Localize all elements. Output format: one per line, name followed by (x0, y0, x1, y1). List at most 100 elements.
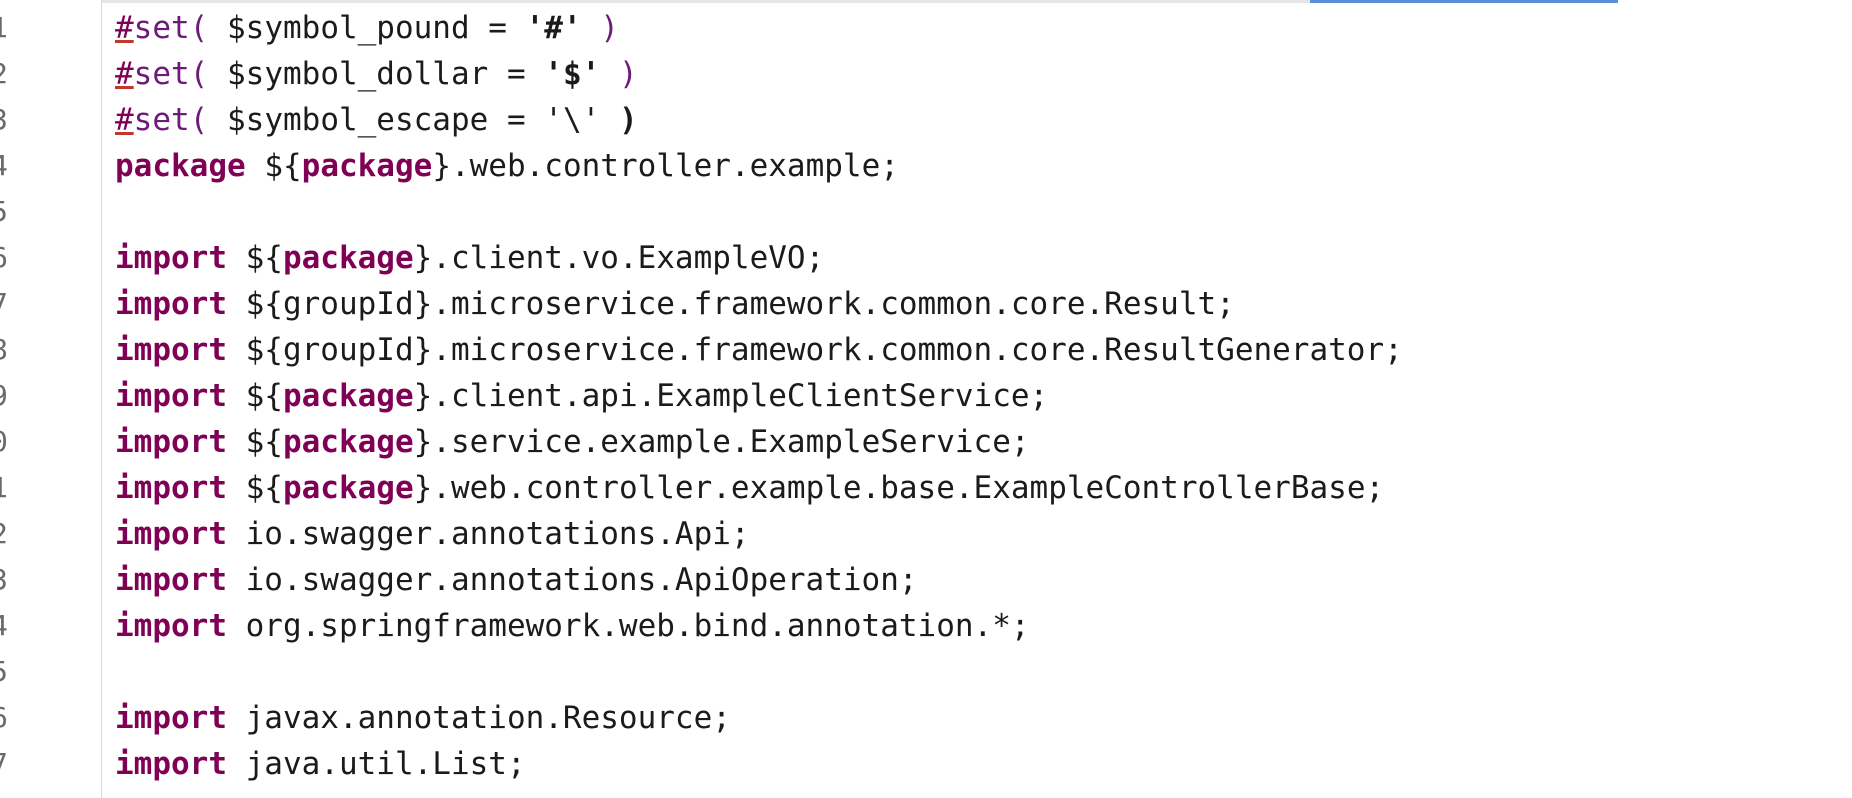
keyword-token: import (115, 424, 227, 460)
code-token: ) (581, 10, 619, 46)
line-number-text: 8 (0, 333, 8, 366)
code-token: javax.annotation.Resource; (226, 700, 731, 736)
line-number: 2 (0, 511, 24, 557)
code-text: import ${groupId}.microservice.framework… (115, 281, 1235, 327)
code-text: import io.swagger.annotations.ApiOperati… (115, 557, 918, 603)
code-token: set (133, 10, 190, 46)
code-token: $symbol_pound = (227, 10, 526, 46)
code-token: java.util.List; (226, 746, 526, 782)
code-line[interactable]: 1 import ${package}.web.controller.exampl… (0, 465, 1852, 511)
code-line[interactable]: 6 import javax.annotation.Resource; (0, 695, 1852, 741)
code-line[interactable]: 2 #set( $symbol_dollar = '$' ) (0, 51, 1852, 97)
code-token: $symbol_dollar = (227, 56, 545, 92)
code-token: ${groupId}.microservice.framework.common… (226, 286, 1235, 322)
keyword-token: import (115, 332, 227, 368)
code-text: import ${package}.client.vo.ExampleVO; (115, 235, 824, 281)
code-line[interactable]: 7 import ${groupId}.microservice.framewor… (0, 281, 1852, 327)
line-number-text: 1 (0, 11, 8, 44)
keyword-token: package (301, 148, 433, 184)
keyword-token: package (115, 148, 246, 184)
code-token: '\' (544, 102, 601, 138)
line-number: 5 (0, 189, 24, 235)
code-token: ) (600, 56, 638, 92)
line-number-text: 5 (0, 195, 8, 228)
line-number-text: 5 (0, 655, 8, 688)
code-line[interactable]: 0 import ${package}.service.example.Examp… (0, 419, 1852, 465)
code-line[interactable]: 1 #set( $symbol_pound = '#' ) (0, 5, 1852, 51)
line-number: 6 (0, 235, 24, 281)
code-text: import javax.annotation.Resource; (115, 695, 731, 741)
keyword-token: import (115, 700, 227, 736)
code-token: $symbol_escape = (227, 102, 545, 138)
line-number-text: 7 (0, 287, 8, 320)
code-text: #set( $symbol_pound = '#' ) (115, 5, 619, 51)
line-number: 7 (0, 741, 24, 787)
warning-token: # (115, 102, 134, 138)
code-token: ( (189, 56, 227, 92)
line-number: 8 (0, 327, 24, 373)
line-number-text: 1 (0, 471, 8, 504)
code-line[interactable]: 4 import org.springframework.web.bind.ann… (0, 603, 1852, 649)
line-number-text: 6 (0, 701, 8, 734)
code-line[interactable]: 7 import java.util.List; (0, 741, 1852, 787)
code-text: import java.util.List; (115, 741, 526, 787)
keyword-token: import (115, 746, 227, 782)
code-text: import ${groupId}.microservice.framework… (115, 327, 1403, 373)
code-line[interactable]: 5 (0, 649, 1852, 695)
line-number: 9 (0, 373, 24, 419)
line-number-text: 4 (0, 609, 8, 642)
code-token: ${ (226, 424, 283, 460)
code-text: package ${package}.web.controller.exampl… (115, 143, 899, 189)
line-number: 1 (0, 5, 24, 51)
line-number-text: 6 (0, 241, 8, 274)
code-line[interactable]: 4package ${package}.web.controller.examp… (0, 143, 1852, 189)
line-number-text: 2 (0, 517, 8, 550)
line-number-text: 4 (0, 149, 8, 182)
code-line[interactable]: 8 import ${groupId}.microservice.framewor… (0, 327, 1852, 373)
line-number-text: 7 (0, 747, 8, 780)
code-line[interactable]: 6 import ${package}.client.vo.ExampleVO; (0, 235, 1852, 281)
line-number: 2 (0, 51, 24, 97)
line-number: 3 (0, 557, 24, 603)
code-line[interactable]: 2 import io.swagger.annotations.Api; (0, 511, 1852, 557)
code-line[interactable]: 3 import io.swagger.annotations.ApiOperat… (0, 557, 1852, 603)
line-number: 3 (0, 97, 24, 143)
line-number: 6 (0, 695, 24, 741)
warning-token: # (115, 10, 134, 46)
line-number: 4 (0, 603, 24, 649)
code-token: ${ (226, 470, 283, 506)
code-token: ${ (226, 378, 283, 414)
code-text: import ${package}.client.api.ExampleClie… (115, 373, 1048, 419)
keyword-token: package (282, 378, 414, 414)
line-number: 5 (0, 649, 24, 695)
line-number-text: 3 (0, 103, 8, 136)
code-token: ${groupId}.microservice.framework.common… (226, 332, 1403, 368)
code-token: io.swagger.annotations.Api; (226, 516, 750, 552)
code-token: ) (600, 102, 638, 138)
keyword-token: import (115, 608, 227, 644)
code-token: ( (189, 10, 227, 46)
code-editor[interactable]: 1#set( $symbol_pound = '#' )2#set( $symb… (0, 5, 1852, 787)
code-line[interactable]: 5 (0, 189, 1852, 235)
keyword-token: import (115, 562, 227, 598)
code-token: '#' (525, 10, 582, 46)
code-token: }.client.api.ExampleClientService; (413, 378, 1049, 414)
code-token: set (133, 102, 190, 138)
code-text: #set( $symbol_escape = '\' ) (115, 97, 638, 143)
code-line[interactable]: 3 #set( $symbol_escape = '\' ) (0, 97, 1852, 143)
line-number: 0 (0, 419, 24, 465)
code-token: org.springframework.web.bind.annotation.… (226, 608, 1030, 644)
keyword-token: package (282, 240, 414, 276)
keyword-token: package (282, 424, 414, 460)
keyword-token: import (115, 378, 227, 414)
line-number: 7 (0, 281, 24, 327)
code-token: ${ (245, 148, 302, 184)
code-token: set (133, 56, 190, 92)
code-token: }.client.vo.ExampleVO; (413, 240, 825, 276)
code-token: ( (189, 102, 227, 138)
code-token: io.swagger.annotations.ApiOperation; (226, 562, 918, 598)
keyword-token: import (115, 470, 227, 506)
code-token: }.web.controller.example; (432, 148, 899, 184)
code-line[interactable]: 9 import ${package}.client.api.ExampleCli… (0, 373, 1852, 419)
line-number-text: 2 (0, 57, 8, 90)
